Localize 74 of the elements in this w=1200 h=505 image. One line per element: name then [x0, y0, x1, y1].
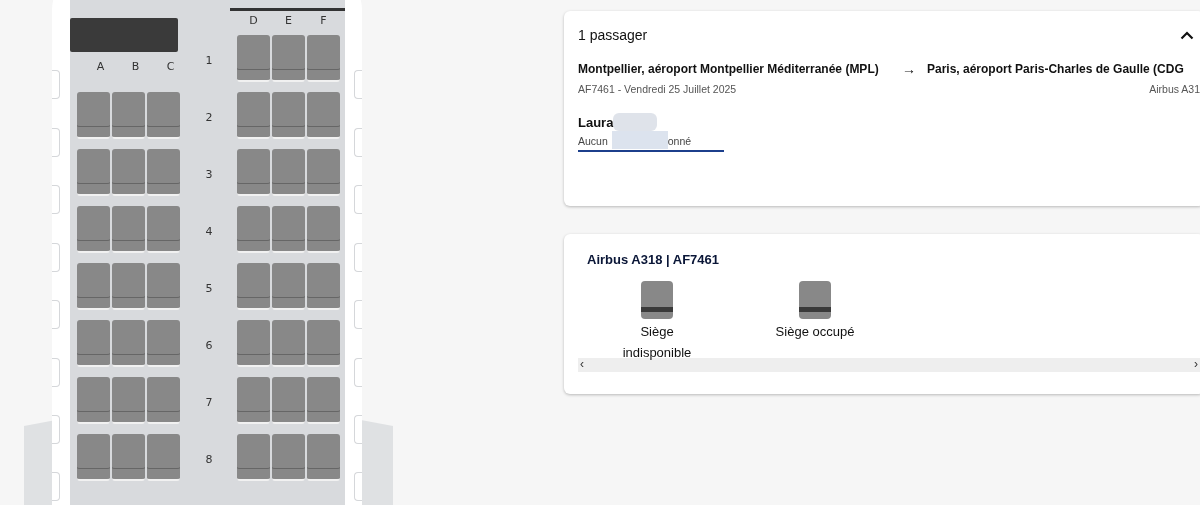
chevron-up-icon[interactable]: [1180, 30, 1194, 40]
card-title: Airbus A318 | AF7461: [587, 252, 720, 267]
column-label: D: [248, 14, 259, 27]
seat[interactable]: [272, 377, 305, 424]
seat[interactable]: [237, 206, 270, 253]
seat-icon: [641, 281, 673, 319]
seat[interactable]: [147, 206, 180, 253]
row-number: 1: [205, 53, 213, 67]
seat[interactable]: [307, 377, 340, 424]
seat[interactable]: [112, 320, 145, 367]
seat[interactable]: [307, 92, 340, 139]
row-number: 7: [205, 395, 213, 409]
seat[interactable]: [237, 320, 270, 367]
destination-airport: Paris, aéroport Paris-Charles de Gaulle (CDG: [927, 61, 1184, 78]
seat[interactable]: [77, 149, 110, 196]
seat[interactable]: [112, 377, 145, 424]
seat[interactable]: [77, 320, 110, 367]
seat[interactable]: [77, 377, 110, 424]
redaction-blur: [613, 113, 658, 131]
column-label: C: [165, 60, 176, 73]
seat[interactable]: [272, 206, 305, 253]
seat[interactable]: [237, 377, 270, 424]
seat[interactable]: [112, 92, 145, 139]
seat[interactable]: [307, 320, 340, 367]
origin-airport: Montpellier, aéroport Montpellier Méditerranée (MPL): [578, 61, 880, 78]
seat[interactable]: [112, 149, 145, 196]
seat[interactable]: [307, 149, 340, 196]
seat[interactable]: [307, 434, 340, 481]
seat[interactable]: [272, 149, 305, 196]
seat[interactable]: [77, 92, 110, 139]
row-number: 4: [205, 224, 213, 238]
seat[interactable]: [147, 149, 180, 196]
row-number: 2: [205, 110, 213, 124]
seat[interactable]: [237, 149, 270, 196]
row-number: 5: [205, 281, 213, 295]
seat[interactable]: [77, 206, 110, 253]
scroll-right-button[interactable]: ›: [1194, 358, 1198, 372]
seat[interactable]: [147, 92, 180, 139]
scroll-left-button[interactable]: ‹: [580, 358, 584, 372]
seat-icon: [799, 281, 831, 319]
flight-info: AF7461 - Vendredi 25 Juillet 2025: [578, 83, 737, 95]
column-label: F: [319, 14, 328, 27]
row-number: 3: [205, 167, 213, 181]
column-label: A: [95, 60, 106, 73]
seat[interactable]: [272, 434, 305, 481]
seat[interactable]: [237, 263, 270, 310]
seat[interactable]: [237, 35, 270, 82]
seat[interactable]: [237, 434, 270, 481]
seat[interactable]: [272, 92, 305, 139]
legend-label: Siège occupé: [774, 323, 856, 341]
seat[interactable]: [307, 263, 340, 310]
seat[interactable]: [237, 92, 270, 139]
seat[interactable]: [147, 434, 180, 481]
seat[interactable]: [272, 263, 305, 310]
seat[interactable]: [77, 263, 110, 310]
column-label: B: [130, 60, 141, 73]
seat[interactable]: [147, 320, 180, 367]
seat[interactable]: [272, 35, 305, 82]
seat[interactable]: [112, 434, 145, 481]
seat[interactable]: [307, 206, 340, 253]
aircraft-type: Airbus A31: [1149, 83, 1200, 95]
column-label: E: [284, 14, 293, 27]
seat[interactable]: [112, 206, 145, 253]
passenger-name: Laura: [578, 114, 614, 130]
seat[interactable]: [147, 263, 180, 310]
card-title: 1 passager: [578, 27, 648, 43]
seat[interactable]: [307, 35, 340, 82]
seat[interactable]: [147, 377, 180, 424]
seat[interactable]: [272, 320, 305, 367]
arrow-icon: →: [902, 60, 927, 79]
seat[interactable]: [112, 263, 145, 310]
row-number: 8: [205, 452, 213, 466]
seat[interactable]: [77, 434, 110, 481]
row-number: 6: [205, 338, 213, 352]
